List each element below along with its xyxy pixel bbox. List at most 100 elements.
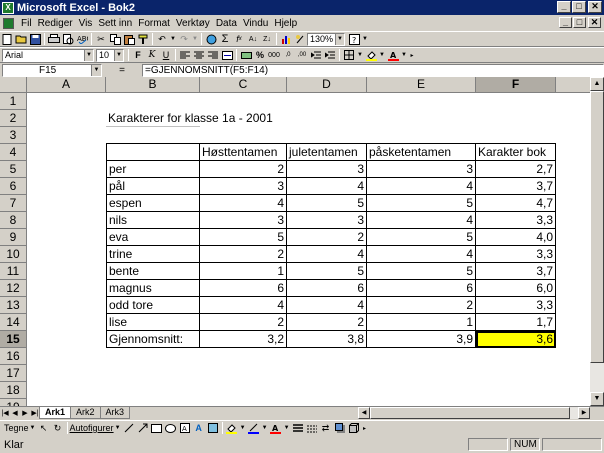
score-cell[interactable]: 1 — [367, 314, 476, 331]
format-painter-icon[interactable] — [137, 34, 149, 45]
scroll-down-icon[interactable]: ▼ — [590, 392, 604, 406]
currency-icon[interactable] — [240, 50, 252, 61]
underline-icon[interactable]: U — [160, 50, 172, 61]
chevron-down-icon[interactable]: ▼ — [91, 64, 101, 76]
minimize-button[interactable]: _ — [557, 1, 571, 13]
paste-icon[interactable] — [123, 34, 135, 45]
score-cell[interactable]: 2 — [200, 246, 287, 263]
menu-data[interactable]: Data — [213, 18, 240, 29]
row-header-15[interactable]: 15 — [0, 331, 27, 348]
chevron-down-icon[interactable]: ▼ — [335, 33, 344, 45]
spelling-icon[interactable]: ABC — [76, 34, 88, 45]
maximize-button[interactable]: □ — [572, 1, 586, 13]
score-cell[interactable]: 5 — [367, 263, 476, 280]
align-right-icon[interactable] — [207, 50, 219, 61]
select-all-corner[interactable] — [0, 77, 27, 93]
drawing-icon[interactable] — [294, 34, 306, 45]
dropdown-arrow-icon[interactable]: ▼ — [362, 34, 368, 45]
score-cell[interactable]: 2 — [287, 229, 367, 246]
arrow-icon[interactable] — [137, 423, 149, 434]
decrease-indent-icon[interactable] — [310, 50, 322, 61]
dropdown-arrow-icon[interactable]: ▼ — [240, 423, 246, 434]
score-cell[interactable]: 4 — [367, 246, 476, 263]
grade-cell[interactable]: 6,0 — [476, 280, 556, 297]
autoshapes-menu[interactable]: Autofigurer — [70, 423, 114, 433]
first-sheet-icon[interactable]: |◀ — [0, 409, 10, 417]
grade-cell[interactable]: 1,7 — [476, 314, 556, 331]
grade-cell[interactable]: 3,7 — [476, 263, 556, 280]
menu-help[interactable]: Hjelp — [271, 18, 300, 29]
menu-insert[interactable]: Sett inn — [95, 18, 135, 29]
scroll-left-icon[interactable]: ◀ — [358, 407, 370, 419]
row-header-1[interactable]: 1 — [0, 93, 27, 110]
scroll-thumb[interactable] — [590, 91, 604, 363]
workbook-restore-button[interactable]: □ — [573, 17, 586, 28]
grade-cell[interactable]: 4,7 — [476, 195, 556, 212]
student-name-cell[interactable]: nils — [106, 212, 200, 229]
row-header-11[interactable]: 11 — [0, 263, 27, 280]
column-header-c[interactable]: C — [200, 77, 287, 93]
cut-icon[interactable]: ✂ — [95, 34, 107, 45]
student-name-cell[interactable]: magnus — [106, 280, 200, 297]
clip-art-icon[interactable] — [207, 423, 219, 434]
line-icon[interactable] — [123, 423, 135, 434]
student-name-cell[interactable]: eva — [106, 229, 200, 246]
score-cell[interactable]: 4 — [200, 297, 287, 314]
score-cell[interactable]: 5 — [367, 195, 476, 212]
dropdown-arrow-icon[interactable]: ▼ — [192, 34, 198, 45]
dropdown-arrow-icon[interactable]: ▼ — [357, 50, 363, 61]
undo-icon[interactable]: ↶ — [156, 34, 168, 45]
score-cell[interactable]: 4 — [367, 212, 476, 229]
fill-color-icon[interactable] — [365, 50, 377, 61]
score-cell[interactable]: 5 — [287, 263, 367, 280]
header-cell-karakter-bok[interactable]: Karakter bok — [476, 143, 556, 161]
select-pointer-icon[interactable]: ↖ — [38, 423, 50, 434]
font-size-combo[interactable]: 10 ▼ — [96, 48, 124, 62]
header-cell-juletentamen[interactable]: juletentamen — [287, 143, 367, 161]
tab-ark3[interactable]: Ark3 — [99, 407, 131, 419]
menu-window[interactable]: Vindu — [240, 18, 271, 29]
prev-sheet-icon[interactable]: ◀ — [10, 409, 20, 417]
italic-icon[interactable]: K — [146, 50, 158, 61]
merge-center-icon[interactable] — [221, 50, 233, 61]
dropdown-arrow-icon[interactable]: ▼ — [262, 423, 268, 434]
student-name-cell[interactable]: trine — [106, 246, 200, 263]
average-cell[interactable]: 3,2 — [200, 331, 287, 348]
row-header-13[interactable]: 13 — [0, 297, 27, 314]
arrow-style-icon[interactable]: ⇄ — [320, 423, 332, 434]
dropdown-arrow-icon[interactable]: ▼ — [284, 423, 290, 434]
score-cell[interactable]: 4 — [287, 246, 367, 263]
selected-cell-f15[interactable]: 3,6 — [476, 331, 556, 348]
student-name-cell[interactable]: pål — [106, 178, 200, 195]
tab-ark1[interactable]: Ark1 — [39, 407, 72, 419]
hyperlink-icon[interactable] — [205, 34, 217, 45]
dropdown-arrow-icon[interactable]: ▼ — [379, 50, 385, 61]
open-icon[interactable] — [15, 34, 27, 45]
workbook-icon[interactable] — [3, 17, 14, 29]
menu-tools[interactable]: Verktøy — [173, 18, 213, 29]
thousands-icon[interactable]: 000 — [268, 50, 280, 61]
dropdown-arrow-icon[interactable]: ▼ — [115, 423, 121, 434]
menu-file[interactable]: Fil — [18, 18, 35, 29]
vertical-scrollbar[interactable]: ▲ ▼ — [590, 77, 604, 406]
average-label-cell[interactable]: Gjennomsnitt: — [106, 331, 200, 348]
score-cell[interactable]: 3 — [287, 161, 367, 178]
column-header-g[interactable] — [556, 77, 590, 93]
copy-icon[interactable] — [109, 33, 121, 45]
score-cell[interactable]: 3 — [200, 178, 287, 195]
average-cell[interactable]: 3,8 — [287, 331, 367, 348]
wordart-icon[interactable]: A — [193, 423, 205, 434]
row-header-19[interactable]: 19 — [0, 399, 27, 406]
row-header-17[interactable]: 17 — [0, 365, 27, 382]
row-header-12[interactable]: 12 — [0, 280, 27, 297]
chevron-down-icon[interactable]: ▼ — [114, 49, 123, 61]
toolbar-options-icon[interactable]: ▸ — [409, 50, 415, 61]
worksheet-grid[interactable]: A B C D E F 1 2 3 4 5 6 7 8 9 10 11 12 1… — [0, 77, 590, 406]
score-cell[interactable]: 5 — [367, 229, 476, 246]
row-header-10[interactable]: 10 — [0, 246, 27, 263]
font-combo[interactable]: Arial ▼ — [2, 48, 94, 62]
row-header-8[interactable]: 8 — [0, 212, 27, 229]
excel-app-icon[interactable]: X — [2, 1, 14, 14]
grade-cell[interactable]: 2,7 — [476, 161, 556, 178]
score-cell[interactable]: 3 — [287, 212, 367, 229]
